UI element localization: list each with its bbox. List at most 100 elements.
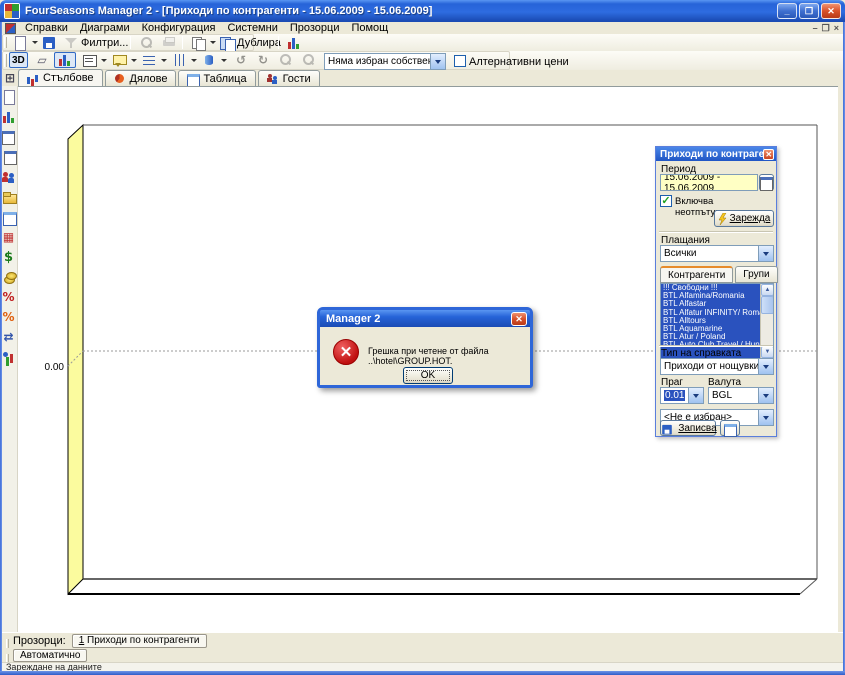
period-field[interactable]: 15.06.2009 - 15.06.2009: [660, 174, 758, 191]
auto-refresh-button[interactable]: Автоматично: [13, 649, 87, 662]
menu-system[interactable]: Системни: [221, 22, 283, 34]
standard-toolbar: Филтри... Дублира: [2, 34, 843, 51]
ledger-icon[interactable]: [1, 209, 17, 225]
panel-close-button[interactable]: ✕: [763, 149, 774, 160]
panel-title-bar[interactable]: Приходи по контрагенти ✕: [656, 147, 776, 161]
copy-button[interactable]: [187, 35, 219, 50]
report-type-value: Приходи от нощувки: [664, 361, 758, 372]
print-preview-button[interactable]: [135, 35, 157, 50]
calendar-report-icon[interactable]: [3, 149, 19, 165]
currency-combo[interactable]: BGL: [708, 387, 774, 404]
chevron-down-icon[interactable]: [758, 388, 773, 403]
tab-pie-label: Дялове: [130, 73, 168, 85]
document-icon[interactable]: [4, 22, 17, 35]
owner-combo[interactable]: Няма избран собственици: [324, 53, 446, 70]
tab-guests[interactable]: Гости: [258, 70, 320, 86]
payments-combo[interactable]: Всички: [660, 245, 774, 262]
dollar-icon[interactable]: $: [1, 249, 17, 265]
tile-windows-button[interactable]: ⊞: [2, 70, 18, 86]
tab-pie[interactable]: Дялове: [105, 70, 177, 86]
title-bar[interactable]: FourSeasons Manager 2 - [Приходи по конт…: [0, 0, 845, 22]
legend-button[interactable]: [78, 52, 110, 68]
report-type-combo[interactable]: Приходи от нощувки: [660, 358, 774, 375]
toolbar-grip[interactable]: [4, 54, 7, 67]
vertical-grid-button[interactable]: [168, 52, 200, 68]
scroll-thumb[interactable]: [761, 296, 774, 314]
mdi-minimize-button[interactable]: –: [813, 23, 818, 34]
revenue-chart-icon[interactable]: [1, 109, 17, 125]
rotate-ccw-icon: ↺: [233, 52, 249, 68]
chevron-down-icon[interactable]: [430, 54, 445, 69]
status-bar: Зареждане на данните: [2, 662, 843, 671]
threshold-combo[interactable]: 0.01: [660, 387, 704, 404]
folder-icon[interactable]: [1, 189, 17, 205]
chevron-down-icon[interactable]: [688, 388, 703, 403]
toolbar-grip[interactable]: [6, 639, 9, 649]
print-button[interactable]: [158, 35, 180, 50]
perspective-button[interactable]: ▱: [31, 52, 53, 68]
tab-columns[interactable]: Стълбове: [18, 69, 103, 86]
tab-contractors[interactable]: Контрагенти: [660, 266, 733, 283]
labels-button[interactable]: [108, 52, 140, 68]
guest-stats-icon[interactable]: [1, 349, 17, 365]
report-parameters-panel: Приходи по контрагенти ✕ Период 15.06.20…: [655, 146, 777, 437]
filters-button-label: Филтри...: [81, 37, 128, 49]
rotate-right-button[interactable]: ↻: [252, 52, 274, 68]
dialog-title-bar[interactable]: Manager 2 ✕: [320, 310, 530, 327]
zoom-in-button[interactable]: [297, 52, 319, 68]
guests-report-icon[interactable]: [1, 169, 17, 185]
new-report-button[interactable]: [9, 35, 41, 50]
callout-icon: [111, 52, 127, 68]
3d-toggle-button[interactable]: 3D: [9, 52, 28, 68]
chevron-down-icon[interactable]: [758, 410, 773, 425]
scroll-up-icon[interactable]: ▲: [761, 284, 774, 296]
restore-button[interactable]: ❐: [799, 3, 819, 19]
mdi-restore-button[interactable]: ❐: [822, 23, 830, 34]
filters-button[interactable]: Филтри...: [60, 35, 131, 50]
tab-table[interactable]: Таблица: [178, 70, 255, 86]
calendar-picker-button[interactable]: [759, 174, 774, 191]
error-dialog: Manager 2 ✕ ✕ Грешка при четене от файла…: [317, 307, 533, 388]
payments-icon[interactable]: [1, 269, 17, 285]
close-button[interactable]: ✕: [821, 3, 841, 19]
show-values-button[interactable]: [54, 52, 76, 68]
menu-windows[interactable]: Прозорци: [284, 22, 346, 34]
promo-icon[interactable]: %: [1, 309, 17, 325]
page-refresh-icon[interactable]: [1, 89, 17, 105]
calendar-icon[interactable]: [1, 129, 17, 145]
rotate-left-button[interactable]: ↺: [230, 52, 252, 68]
chart-icon: [286, 35, 302, 51]
save-report-button[interactable]: Записва: [660, 420, 716, 436]
dialog-close-button[interactable]: ✕: [511, 312, 527, 326]
zoom-out-button[interactable]: [274, 52, 296, 68]
transfer-icon[interactable]: ⇄: [1, 329, 17, 345]
include-guests-checkbox[interactable]: ✓: [660, 195, 672, 207]
load-button[interactable]: Зарежда: [714, 210, 774, 227]
occupancy-grid-icon[interactable]: ▦: [1, 229, 17, 245]
3d-label: 3D: [12, 55, 25, 66]
menu-help[interactable]: Помощ: [345, 22, 394, 34]
view-tab-bar: Стълбове Дялове Таблица Гости: [18, 70, 320, 86]
discount-icon[interactable]: %: [1, 289, 17, 305]
menu-diagrams[interactable]: Диаграми: [74, 22, 136, 34]
ok-button[interactable]: OK: [403, 367, 453, 384]
duplicate-button[interactable]: Дублира: [216, 35, 284, 50]
open-windows-bar: Прозорци: 1 Приходи по контрагенти: [2, 632, 843, 648]
scroll-down-icon[interactable]: ▼: [761, 346, 774, 358]
bar-style-button[interactable]: [198, 52, 230, 68]
threshold-value: 0.01: [664, 390, 685, 401]
chart-button[interactable]: [283, 35, 305, 50]
window-tab-button[interactable]: 1 Приходи по контрагенти: [72, 634, 207, 648]
mdi-close-button[interactable]: ×: [834, 23, 839, 34]
menu-reports[interactable]: Справки: [19, 22, 74, 34]
horizontal-grid-button[interactable]: [138, 52, 170, 68]
tab-groups[interactable]: Групи: [735, 266, 777, 283]
alternative-prices-checkbox[interactable]: [454, 55, 466, 67]
menu-configuration[interactable]: Конфигурация: [136, 22, 222, 34]
save-button[interactable]: [38, 35, 60, 50]
chevron-down-icon[interactable]: [758, 246, 773, 261]
table-view-button[interactable]: [720, 420, 740, 436]
toolbar-grip[interactable]: [4, 37, 7, 48]
chevron-down-icon[interactable]: [758, 359, 773, 374]
minimize-button[interactable]: _: [777, 3, 797, 19]
